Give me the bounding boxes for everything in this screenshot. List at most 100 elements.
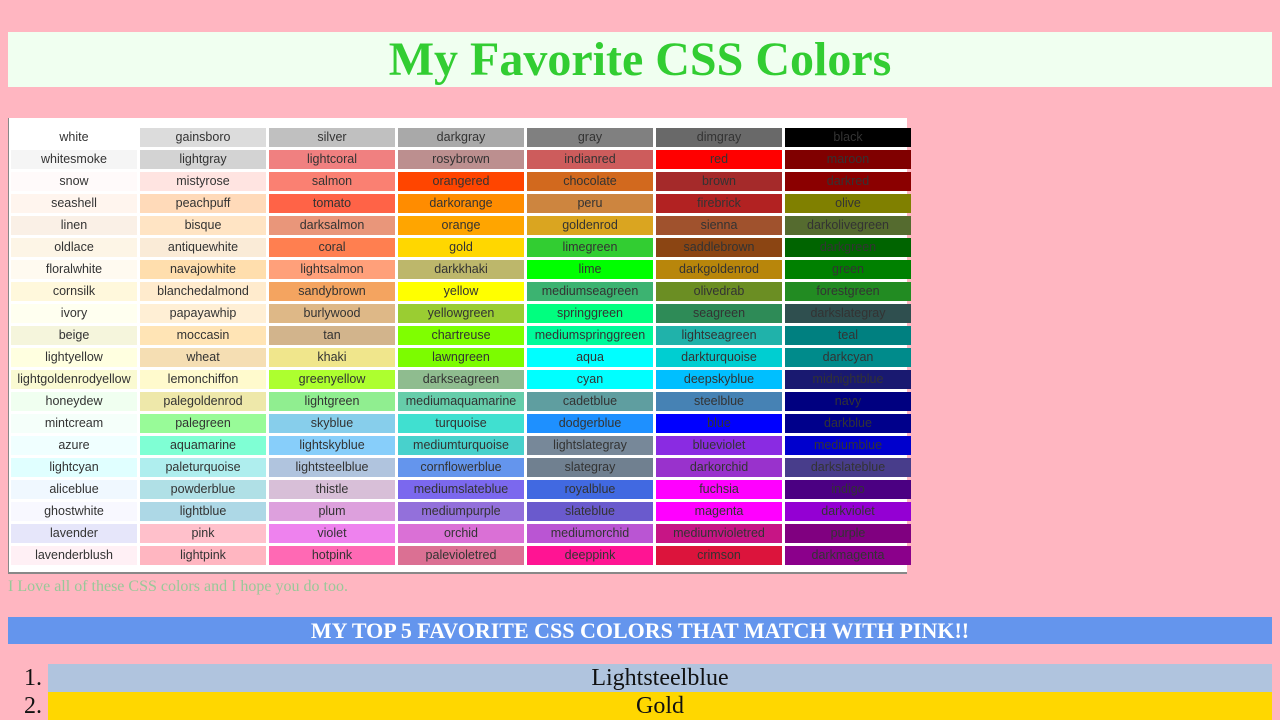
color-swatch-royalblue: royalblue [527, 480, 653, 499]
color-swatch-lightseagreen: lightseagreen [656, 326, 782, 345]
color-swatch-honeydew: honeydew [11, 392, 137, 411]
color-swatch-gainsboro: gainsboro [140, 128, 266, 147]
color-swatch-indigo: indigo [785, 480, 911, 499]
color-swatch-chocolate: chocolate [527, 172, 653, 191]
color-swatch-olive: olive [785, 194, 911, 213]
color-swatch-lightyellow: lightyellow [11, 348, 137, 367]
color-swatch-lightpink: lightpink [140, 546, 266, 565]
color-swatch-pink: pink [140, 524, 266, 543]
top5-item-label: Lightsteelblue [591, 665, 729, 691]
color-swatch-beige: beige [11, 326, 137, 345]
color-swatch-lime: lime [527, 260, 653, 279]
color-swatch-linen: linen [11, 216, 137, 235]
color-swatch-mediumseagreen: mediumseagreen [527, 282, 653, 301]
color-swatch-mediumblue: mediumblue [785, 436, 911, 455]
color-swatch-slategray: slategray [527, 458, 653, 477]
color-swatch-mediumpurple: mediumpurple [398, 502, 524, 521]
color-swatch-purple: purple [785, 524, 911, 543]
color-swatch-darkolivegreen: darkolivegreen [785, 216, 911, 235]
color-swatch-greenyellow: greenyellow [269, 370, 395, 389]
color-swatch-goldenrod: goldenrod [527, 216, 653, 235]
color-swatch-black: black [785, 128, 911, 147]
color-swatch-dimgray: dimgray [656, 128, 782, 147]
color-swatch-rosybrown: rosybrown [398, 150, 524, 169]
color-swatch-turquoise: turquoise [398, 414, 524, 433]
color-swatch-khaki: khaki [269, 348, 395, 367]
color-swatch-midnightblue: midnightblue [785, 370, 911, 389]
color-swatch-blanchedalmond: blanchedalmond [140, 282, 266, 301]
color-swatch-slateblue: slateblue [527, 502, 653, 521]
color-swatch-peru: peru [527, 194, 653, 213]
color-swatch-darkseagreen: darkseagreen [398, 370, 524, 389]
color-swatch-lavender: lavender [11, 524, 137, 543]
color-swatch-seagreen: seagreen [656, 304, 782, 323]
color-swatch-teal: teal [785, 326, 911, 345]
color-swatch-maroon: maroon [785, 150, 911, 169]
color-swatch-lightgoldenrodyellow: lightgoldenrodyellow [11, 370, 137, 389]
color-swatch-palegreen: palegreen [140, 414, 266, 433]
color-swatch-grid: white gainsboro silver darkgray gray dimgray b… [11, 128, 911, 565]
color-swatch-lightsalmon: lightsalmon [269, 260, 395, 279]
color-swatch-lightsteelblue: lightsteelblue [269, 458, 395, 477]
color-swatch-darkorange: darkorange [398, 194, 524, 213]
color-swatch-springgreen: springgreen [527, 304, 653, 323]
color-swatch-deeppink: deeppink [527, 546, 653, 565]
color-swatch-crimson: crimson [656, 546, 782, 565]
color-swatch-antiquewhite: antiquewhite [140, 238, 266, 257]
color-swatch-deepskyblue: deepskyblue [656, 370, 782, 389]
color-swatch-tan: tan [269, 326, 395, 345]
top5-heading: MY TOP 5 FAVORITE CSS COLORS THAT MATCH … [8, 617, 1272, 644]
color-swatch-cadetblue: cadetblue [527, 392, 653, 411]
color-swatch-yellowgreen: yellowgreen [398, 304, 524, 323]
color-swatch-ivory: ivory [11, 304, 137, 323]
color-swatch-steelblue: steelblue [656, 392, 782, 411]
color-swatch-salmon: salmon [269, 172, 395, 191]
color-swatch-lawngreen: lawngreen [398, 348, 524, 367]
list-number: 2. [24, 693, 42, 719]
color-swatch-mediumslateblue: mediumslateblue [398, 480, 524, 499]
color-swatch-lemonchiffon: lemonchiffon [140, 370, 266, 389]
color-swatch-blueviolet: blueviolet [656, 436, 782, 455]
color-swatch-thistle: thistle [269, 480, 395, 499]
color-swatch-mediumspringgreen: mediumspringgreen [527, 326, 653, 345]
color-swatch-darkviolet: darkviolet [785, 502, 911, 521]
caption-text: I Love all of these CSS colors and I hop… [8, 578, 348, 595]
color-swatch-magenta: magenta [656, 502, 782, 521]
color-swatch-aliceblue: aliceblue [11, 480, 137, 499]
color-swatch-cyan: cyan [527, 370, 653, 389]
top5-list: 1. Lightsteelblue 2. Gold [0, 664, 1272, 720]
color-swatch-ghostwhite: ghostwhite [11, 502, 137, 521]
color-swatch-darkmagenta: darkmagenta [785, 546, 911, 565]
top5-item-label: Gold [636, 693, 684, 719]
list-number: 1. [24, 665, 42, 691]
color-swatch-green: green [785, 260, 911, 279]
color-swatch-chartreuse: chartreuse [398, 326, 524, 345]
color-swatch-firebrick: firebrick [656, 194, 782, 213]
color-swatch-orange: orange [398, 216, 524, 235]
color-swatch-indianred: indianred [527, 150, 653, 169]
color-swatch-lightgray: lightgray [140, 150, 266, 169]
color-swatch-mediumturquoise: mediumturquoise [398, 436, 524, 455]
color-swatch-fuchsia: fuchsia [656, 480, 782, 499]
color-swatch-lightcoral: lightcoral [269, 150, 395, 169]
color-swatch-darkcyan: darkcyan [785, 348, 911, 367]
color-swatch-oldlace: oldlace [11, 238, 137, 257]
color-swatch-whitesmoke: whitesmoke [11, 150, 137, 169]
color-swatch-mediumvioletred: mediumvioletred [656, 524, 782, 543]
color-swatch-peachpuff: peachpuff [140, 194, 266, 213]
color-swatch-wheat: wheat [140, 348, 266, 367]
color-swatch-darksalmon: darksalmon [269, 216, 395, 235]
color-swatch-coral: coral [269, 238, 395, 257]
color-swatch-darkkhaki: darkkhaki [398, 260, 524, 279]
color-swatch-mediumorchid: mediumorchid [527, 524, 653, 543]
color-swatch-lightblue: lightblue [140, 502, 266, 521]
color-swatch-olivedrab: olivedrab [656, 282, 782, 301]
color-swatch-orchid: orchid [398, 524, 524, 543]
color-swatch-mediumaquamarine: mediumaquamarine [398, 392, 524, 411]
color-swatch-paleturquoise: paleturquoise [140, 458, 266, 477]
color-swatch-darkgray: darkgray [398, 128, 524, 147]
top5-item: 1. Lightsteelblue [24, 664, 1272, 692]
color-swatch-red: red [656, 150, 782, 169]
color-swatch-gold: gold [398, 238, 524, 257]
page-title: My Favorite CSS Colors [8, 32, 1272, 87]
